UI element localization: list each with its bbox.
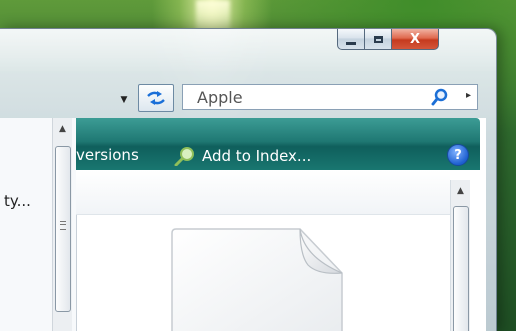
minimize-icon [346, 41, 356, 45]
blank-file-icon [171, 228, 343, 331]
caption-buttons: X [337, 29, 439, 51]
refresh-icon [147, 91, 165, 105]
search-icon [431, 88, 448, 106]
close-button[interactable]: X [392, 29, 439, 50]
minimize-button[interactable] [337, 29, 365, 50]
help-icon: ? [454, 147, 462, 163]
navigation-scrollbar[interactable]: ▲ [52, 118, 72, 331]
grip-icon [60, 221, 66, 230]
magnifier-icon [174, 147, 194, 166]
search-options-arrow[interactable]: ▸ [466, 90, 471, 101]
command-bar: versions Add to Index... ? [76, 118, 480, 170]
previous-versions-button[interactable]: versions [76, 146, 139, 164]
help-button[interactable]: ? [447, 144, 469, 166]
maximize-icon [373, 35, 383, 43]
scroll-up-arrow-icon[interactable]: ▲ [53, 118, 72, 134]
file-list-scrollbar[interactable]: ▲ [450, 180, 470, 331]
search-input-value: Apple [197, 88, 243, 107]
file-item[interactable] [168, 227, 348, 331]
scroll-up-arrow-icon[interactable]: ▲ [451, 180, 470, 196]
search-input[interactable]: Apple ▸ [182, 84, 478, 110]
add-to-index-label: Add to Index... [202, 147, 312, 165]
nav-item-truncated[interactable]: ty... [4, 192, 31, 210]
maximize-button[interactable] [365, 29, 392, 50]
search-button[interactable] [431, 88, 449, 110]
file-list-header [76, 170, 450, 215]
refresh-button[interactable] [138, 84, 174, 112]
scrollbar-thumb[interactable] [55, 146, 71, 312]
scrollbar-thumb[interactable] [453, 206, 469, 331]
navigation-pane: ty... ▲ [0, 118, 77, 331]
address-history-dropdown[interactable]: ▼ [118, 94, 130, 106]
close-icon: X [409, 31, 421, 47]
add-to-index-button[interactable]: Add to Index... [174, 146, 311, 166]
